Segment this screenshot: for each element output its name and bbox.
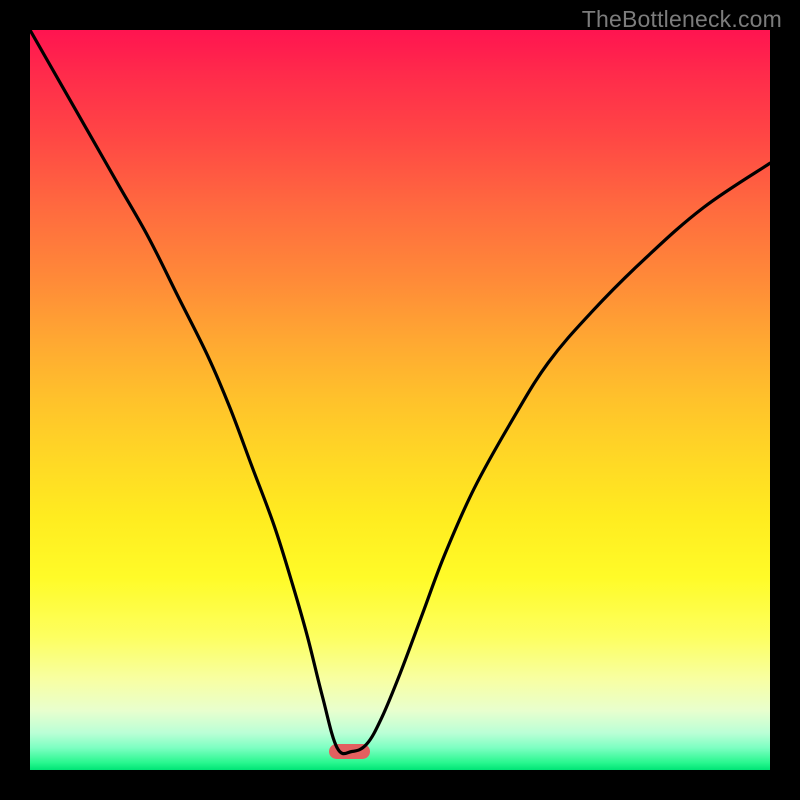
plot-area (30, 30, 770, 770)
watermark-text: TheBottleneck.com (582, 6, 782, 33)
bottleneck-curve (30, 30, 770, 770)
